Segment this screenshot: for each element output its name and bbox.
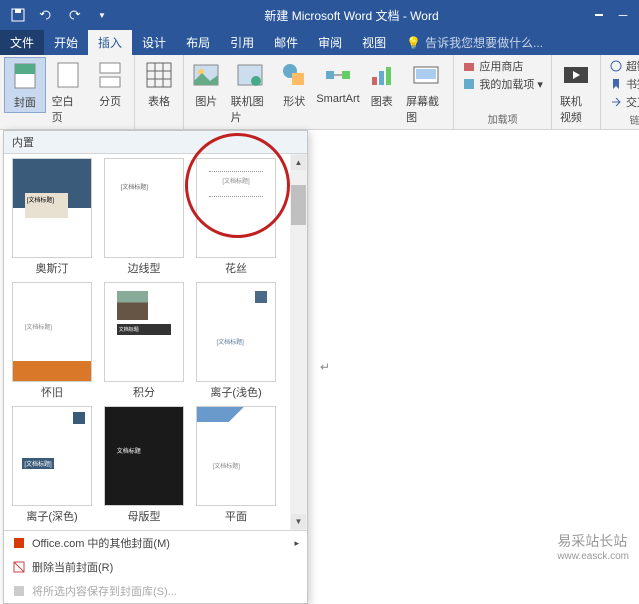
redo-button[interactable]	[64, 5, 84, 25]
online-video-button[interactable]: 联机视频	[556, 57, 596, 127]
cover-item-filigree[interactable]: [文档标题]花丝	[192, 158, 280, 278]
dropdown-footer: Office.com 中的其他封面(M)▸ 删除当前封面(R) 将所选内容保存到…	[4, 530, 307, 603]
cover-item-austin[interactable]: [文档标题]奥斯汀	[8, 158, 96, 278]
chart-button[interactable]: 图表	[363, 57, 400, 111]
bookmark-button[interactable]: 书签	[605, 75, 639, 93]
page-break-icon	[94, 59, 126, 91]
screenshot-icon	[410, 59, 442, 91]
group-label-addins: 加载项	[458, 110, 547, 127]
tab-insert[interactable]: 插入	[88, 30, 132, 55]
blank-page-button[interactable]: 空白页	[48, 57, 89, 127]
cover-page-button[interactable]: 封面	[4, 57, 46, 113]
app-store-button[interactable]: 应用商店	[458, 57, 547, 75]
scroll-up-icon[interactable]: ▲	[291, 155, 306, 170]
group-links: 超链接 书签 交叉引用 链接	[601, 55, 639, 129]
chevron-right-icon: ▸	[294, 538, 299, 549]
video-icon	[560, 59, 592, 91]
cover-item-ion-light[interactable]: [文档标题]离子(浅色)	[192, 282, 280, 402]
lightbulb-icon: 💡	[406, 36, 421, 50]
tab-mailings[interactable]: 邮件	[264, 30, 308, 55]
cover-item-retrospect[interactable]: [文档标题]怀旧	[8, 282, 96, 402]
save-button[interactable]	[8, 5, 28, 25]
table-icon	[143, 59, 175, 91]
scroll-thumb[interactable]	[291, 185, 306, 225]
cover-item-facet[interactable]: [文档标题]平面	[192, 406, 280, 526]
cover-gallery: [文档标题]奥斯汀 [文档标题]边线型 [文档标题]花丝 [文档标题]怀旧 文档…	[4, 154, 307, 530]
tab-design[interactable]: 设计	[132, 30, 176, 55]
scroll-down-icon[interactable]: ▼	[291, 514, 306, 529]
cover-item-ion-dark[interactable]: [文档标题]离子(深色)	[8, 406, 96, 526]
crossref-button[interactable]: 交叉引用	[605, 93, 639, 111]
tab-view[interactable]: 视图	[352, 30, 396, 55]
dropdown-section-header: 内置	[4, 131, 307, 154]
tab-layout[interactable]: 布局	[176, 30, 220, 55]
more-covers-office-button[interactable]: Office.com 中的其他封面(M)▸	[4, 531, 307, 555]
window-title: 新建 Microsoft Word 文档 - Word	[120, 7, 583, 24]
cover-item-integral[interactable]: 文档标题积分	[100, 282, 188, 402]
hyperlink-button[interactable]: 超链接	[605, 57, 639, 75]
tell-me-search[interactable]: 💡告诉我您想要做什么...	[396, 30, 553, 55]
title-bar: ▼ 新建 Microsoft Word 文档 - Word ─	[0, 0, 639, 30]
group-addins: 应用商店 我的加载项 ▾ 加载项	[454, 55, 552, 129]
cover-item-motion[interactable]: 文档标题母版型	[100, 406, 188, 526]
group-media: 联机视频 媒体	[552, 55, 601, 129]
undo-button[interactable]	[36, 5, 56, 25]
page-break-button[interactable]: 分页	[90, 57, 130, 111]
ribbon-tabs: 文件 开始 插入 设计 布局 引用 邮件 审阅 视图 💡告诉我您想要做什么...	[0, 30, 639, 55]
tab-review[interactable]: 审阅	[308, 30, 352, 55]
ribbon-options-icon[interactable]	[589, 5, 609, 25]
screenshot-button[interactable]: 屏幕截图	[402, 57, 449, 127]
office-icon	[12, 536, 26, 550]
smartart-icon	[322, 59, 354, 91]
addins-icon	[462, 77, 476, 91]
save-selection-icon	[12, 584, 26, 598]
crossref-icon	[609, 95, 623, 109]
quick-access-toolbar: ▼	[0, 5, 120, 25]
cover-page-dropdown: 内置 [文档标题]奥斯汀 [文档标题]边线型 [文档标题]花丝 [文档标题]怀旧…	[3, 130, 308, 604]
tab-home[interactable]: 开始	[44, 30, 88, 55]
blank-page-icon	[52, 59, 84, 91]
watermark: 易采站长站 www.easck.com	[557, 531, 629, 562]
picture-icon	[190, 59, 222, 91]
cover-page-icon	[9, 60, 41, 92]
my-addins-button[interactable]: 我的加载项 ▾	[458, 75, 547, 93]
remove-cover-button[interactable]: 删除当前封面(R)	[4, 555, 307, 579]
smartart-button[interactable]: SmartArt	[315, 57, 362, 107]
shapes-icon	[278, 59, 310, 91]
online-picture-icon	[234, 59, 266, 91]
bookmark-icon	[609, 77, 623, 91]
minimize-button[interactable]: ─	[613, 5, 633, 25]
tab-references[interactable]: 引用	[220, 30, 264, 55]
group-label-links: 链接	[605, 111, 639, 128]
group-pages: 封面 空白页 分页	[0, 55, 135, 129]
save-to-gallery-button: 将所选内容保存到封面库(S)...	[4, 579, 307, 603]
gallery-scrollbar[interactable]: ▲ ▼	[290, 154, 307, 530]
qat-customize-icon[interactable]: ▼	[92, 5, 112, 25]
cover-item-sideline[interactable]: [文档标题]边线型	[100, 158, 188, 278]
tab-file[interactable]: 文件	[0, 30, 44, 55]
link-icon	[609, 59, 623, 73]
window-controls: ─	[583, 5, 639, 25]
cursor-mark: ↵	[320, 360, 330, 374]
group-illustrations: 图片 联机图片 形状 SmartArt 图表 屏幕截图	[184, 55, 454, 129]
ribbon: 封面 空白页 分页 表格 图片 联机图片 形状 SmartArt 图表 屏幕截图…	[0, 55, 639, 130]
store-icon	[462, 59, 476, 73]
table-button[interactable]: 表格	[139, 57, 179, 111]
picture-button[interactable]: 图片	[188, 57, 225, 111]
shapes-button[interactable]: 形状	[276, 57, 313, 111]
chart-icon	[366, 59, 398, 91]
group-tables: 表格	[135, 55, 184, 129]
online-picture-button[interactable]: 联机图片	[227, 57, 274, 127]
